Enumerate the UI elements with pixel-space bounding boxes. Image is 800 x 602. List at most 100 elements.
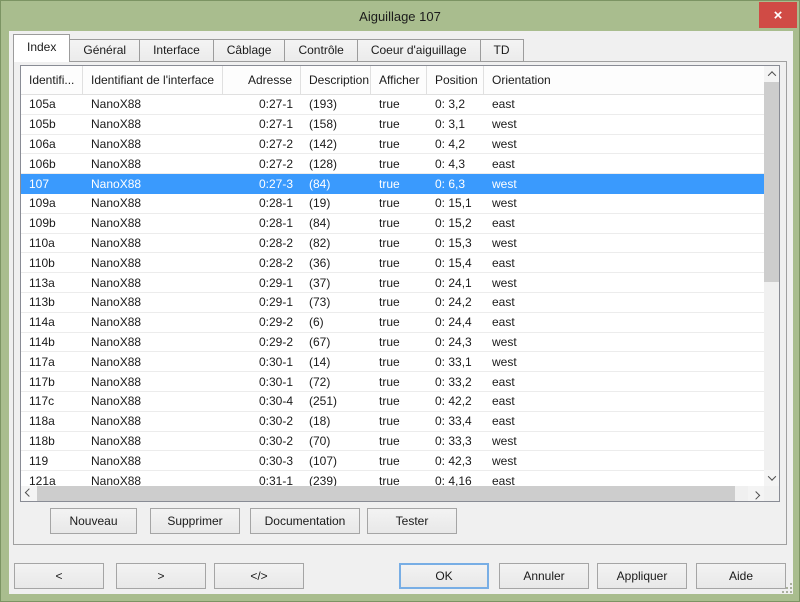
- tester-button[interactable]: Tester: [367, 508, 457, 534]
- cell-id: 117c: [21, 392, 83, 411]
- cell-afficher: true: [371, 115, 427, 134]
- cell-description: (84): [301, 174, 371, 193]
- cell-adresse: 0:28-2: [223, 253, 301, 272]
- table-row[interactable]: 117bNanoX880:30-1(72)true0: 33,2east: [21, 372, 764, 392]
- vertical-scroll-thumb[interactable]: [764, 82, 779, 282]
- table-row[interactable]: 107NanoX880:27-3(84)true0: 6,3west: [21, 174, 764, 194]
- table-row[interactable]: 110aNanoX880:28-2(82)true0: 15,3west: [21, 234, 764, 254]
- cell-id: 117b: [21, 372, 83, 391]
- cell-position: 0: 33,1: [427, 352, 484, 371]
- close-button[interactable]: ×: [759, 2, 797, 28]
- cell-adresse: 0:30-3: [223, 451, 301, 470]
- tab-general[interactable]: Général: [69, 39, 140, 62]
- scroll-left-button[interactable]: [21, 486, 37, 501]
- table-row[interactable]: 105aNanoX880:27-1(193)true0: 3,2east: [21, 95, 764, 115]
- nav-button-next[interactable]: >: [116, 563, 206, 589]
- cell-interface: NanoX88: [83, 154, 223, 173]
- ok-button[interactable]: OK: [399, 563, 489, 589]
- table-row[interactable]: 117cNanoX880:30-4(251)true0: 42,2east: [21, 392, 764, 412]
- scroll-up-button[interactable]: [764, 66, 779, 82]
- horizontal-scroll-thumb[interactable]: [37, 486, 735, 501]
- table-row[interactable]: 118bNanoX880:30-2(70)true0: 33,3west: [21, 432, 764, 452]
- cell-id: 107: [21, 174, 83, 193]
- cell-description: (67): [301, 333, 371, 352]
- tab-controle[interactable]: Contrôle: [284, 39, 357, 62]
- cell-position: 0: 3,2: [427, 95, 484, 114]
- tab-cablage[interactable]: Câblage: [213, 39, 286, 62]
- cell-adresse: 0:27-3: [223, 174, 301, 193]
- tab-interface[interactable]: Interface: [139, 39, 214, 62]
- cell-position: 0: 33,4: [427, 412, 484, 431]
- column-header-afficher[interactable]: Afficher: [371, 66, 427, 94]
- table-row[interactable]: 113aNanoX880:29-1(37)true0: 24,1west: [21, 273, 764, 293]
- column-header-id[interactable]: Identifi...: [21, 66, 83, 94]
- resize-grip[interactable]: [782, 583, 792, 593]
- supprimer-button[interactable]: Supprimer: [150, 508, 240, 534]
- cell-id: 118b: [21, 432, 83, 451]
- vertical-scrollbar[interactable]: [764, 66, 779, 486]
- cell-orientation: east: [484, 293, 764, 312]
- cell-adresse: 0:27-2: [223, 135, 301, 154]
- cell-interface: NanoX88: [83, 115, 223, 134]
- appliquer-button[interactable]: Appliquer: [597, 563, 687, 589]
- column-header-position[interactable]: Position: [427, 66, 484, 94]
- cell-afficher: true: [371, 372, 427, 391]
- table-row[interactable]: 117aNanoX880:30-1(14)true0: 33,1west: [21, 352, 764, 372]
- table-row[interactable]: 109bNanoX880:28-1(84)true0: 15,2east: [21, 214, 764, 234]
- chevron-up-icon: [767, 71, 775, 79]
- aide-button[interactable]: Aide: [696, 563, 786, 589]
- cell-id: 117a: [21, 352, 83, 371]
- table-row[interactable]: 106bNanoX880:27-2(128)true0: 4,3east: [21, 154, 764, 174]
- table-row[interactable]: 119NanoX880:30-3(107)true0: 42,3west: [21, 451, 764, 471]
- table-row[interactable]: 113bNanoX880:29-1(73)true0: 24,2east: [21, 293, 764, 313]
- cell-position: 0: 15,1: [427, 194, 484, 213]
- scroll-down-button[interactable]: [764, 470, 779, 486]
- tab-td[interactable]: TD: [480, 39, 524, 62]
- table-row[interactable]: 118aNanoX880:30-2(18)true0: 33,4east: [21, 412, 764, 432]
- cell-id: 114b: [21, 333, 83, 352]
- tab-coeur-d-aiguillage[interactable]: Coeur d'aiguillage: [357, 39, 481, 62]
- list-rows: 105aNanoX880:27-1(193)true0: 3,2east105b…: [21, 95, 764, 486]
- vertical-scroll-track[interactable]: [764, 282, 779, 470]
- cell-description: (84): [301, 214, 371, 233]
- table-row[interactable]: 106aNanoX880:27-2(142)true0: 4,2west: [21, 135, 764, 155]
- column-header-description[interactable]: Description: [301, 66, 371, 94]
- table-row[interactable]: 114bNanoX880:29-2(67)true0: 24,3west: [21, 333, 764, 353]
- cell-description: (19): [301, 194, 371, 213]
- cell-interface: NanoX88: [83, 95, 223, 114]
- annuler-button[interactable]: Annuler: [499, 563, 589, 589]
- cell-interface: NanoX88: [83, 313, 223, 332]
- tab-index[interactable]: Index: [13, 34, 70, 62]
- cell-orientation: west: [484, 432, 764, 451]
- nav-button-prev[interactable]: <: [14, 563, 104, 589]
- title-bar[interactable]: Aiguillage 107 ×: [1, 1, 799, 31]
- cell-position: 0: 24,2: [427, 293, 484, 312]
- cell-id: 114a: [21, 313, 83, 332]
- dialog-client-area: IndexGénéralInterfaceCâblageContrôleCoeu…: [9, 31, 793, 594]
- cell-id: 110b: [21, 253, 83, 272]
- scroll-right-button[interactable]: [748, 486, 764, 501]
- column-header-interface[interactable]: Identifiant de l'interface: [83, 66, 223, 94]
- column-header-orientation[interactable]: Orientation: [484, 66, 764, 94]
- table-row[interactable]: 114aNanoX880:29-2(6)true0: 24,4east: [21, 313, 764, 333]
- cell-afficher: true: [371, 412, 427, 431]
- cell-adresse: 0:29-2: [223, 333, 301, 352]
- cell-orientation: east: [484, 392, 764, 411]
- cell-afficher: true: [371, 451, 427, 470]
- table-row[interactable]: 105bNanoX880:27-1(158)true0: 3,1west: [21, 115, 764, 135]
- turnout-list: Identifi...Identifiant de l'interfaceAdr…: [20, 65, 780, 502]
- column-header-adresse[interactable]: Adresse: [223, 66, 301, 94]
- table-row[interactable]: 121aNanoX880:31-1(239)true0: 4,16east: [21, 471, 764, 486]
- nouveau-button[interactable]: Nouveau: [50, 508, 137, 534]
- cell-description: (72): [301, 372, 371, 391]
- cell-afficher: true: [371, 95, 427, 114]
- cell-adresse: 0:30-1: [223, 352, 301, 371]
- table-row[interactable]: 110bNanoX880:28-2(36)true0: 15,4east: [21, 253, 764, 273]
- horizontal-scrollbar[interactable]: [21, 486, 764, 501]
- documentation-button[interactable]: Documentation: [250, 508, 360, 534]
- cell-orientation: west: [484, 115, 764, 134]
- cell-orientation: west: [484, 273, 764, 292]
- table-row[interactable]: 109aNanoX880:28-1(19)true0: 15,1west: [21, 194, 764, 214]
- cell-afficher: true: [371, 174, 427, 193]
- nav-button-code[interactable]: </>: [214, 563, 304, 589]
